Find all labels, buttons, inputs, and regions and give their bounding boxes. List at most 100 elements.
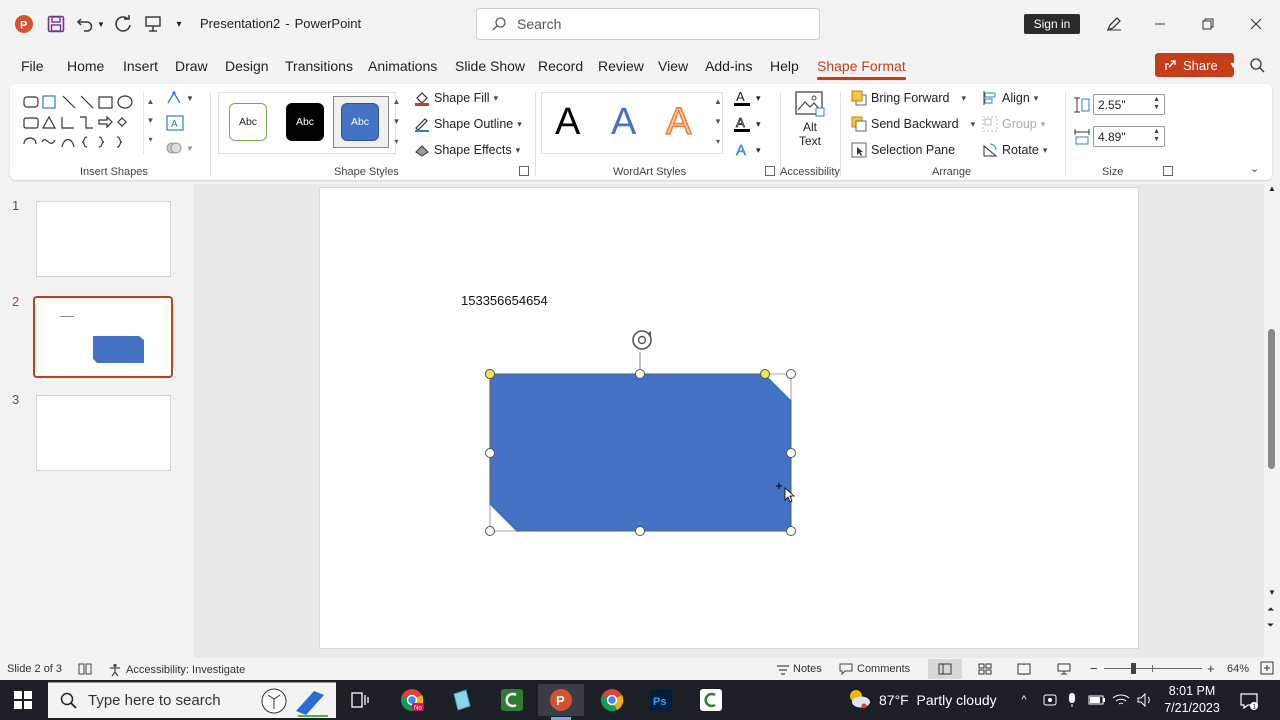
- style-thumb-black[interactable]: Abc: [286, 103, 324, 141]
- height-spinner-icon[interactable]: ▲ ▼: [1153, 96, 1160, 112]
- camtasia-icon[interactable]: [489, 684, 535, 716]
- vertical-scrollbar[interactable]: ▲ ▼ ⏶ ⏷: [1264, 184, 1280, 658]
- notepad-icon[interactable]: [439, 684, 485, 716]
- clock[interactable]: 8:01 PM 7/21/2023: [1160, 683, 1224, 717]
- weather-text[interactable]: 87°F Partly cloudy: [879, 692, 997, 708]
- tab-view[interactable]: View: [658, 58, 688, 74]
- collapse-ribbon-icon[interactable]: ⌄: [1250, 162, 1259, 175]
- tab-design[interactable]: Design: [225, 58, 269, 74]
- zoom-out-button[interactable]: −: [1090, 661, 1098, 676]
- share-dropdown-icon[interactable]: ▼: [1229, 60, 1238, 70]
- bring-forward-button[interactable]: Bring Forward ▾: [851, 90, 966, 106]
- comments-button[interactable]: Comments: [839, 663, 910, 675]
- tab-slide-show[interactable]: Slide Show: [455, 58, 525, 74]
- shape-selection[interactable]: [480, 328, 820, 548]
- snip-corner-rectangle-shape[interactable]: [489, 373, 792, 532]
- microphone-icon[interactable]: [1064, 691, 1080, 709]
- shape-fill-button[interactable]: Shape Fill ▾: [414, 90, 498, 106]
- style-thumb-blue[interactable]: Abc: [341, 103, 379, 141]
- group-button[interactable]: Group ▾: [982, 116, 1045, 132]
- dialog-launcher-icon[interactable]: [1163, 166, 1173, 176]
- send-backward-button[interactable]: Send Backward ▾: [851, 116, 975, 132]
- chrome-icon[interactable]: [589, 684, 635, 716]
- text-fill-icon[interactable]: A ▾: [732, 88, 768, 108]
- align-button[interactable]: Align ▾: [982, 90, 1038, 106]
- resize-handle-right[interactable]: [786, 448, 796, 458]
- redo-icon[interactable]: [112, 13, 134, 35]
- shape-width-input[interactable]: 4.89" ▲ ▼: [1093, 126, 1165, 147]
- weather-icon[interactable]: [846, 686, 872, 712]
- slide-thumbnail-2[interactable]: [33, 296, 173, 378]
- fit-slide-icon[interactable]: [1260, 661, 1274, 675]
- slide-sorter-icon[interactable]: [978, 663, 992, 675]
- meet-now-icon[interactable]: [1041, 691, 1059, 709]
- tab-insert[interactable]: Insert: [123, 58, 158, 74]
- wordart-orange-outline[interactable]: A: [665, 101, 692, 143]
- restore-icon[interactable]: [1198, 14, 1218, 34]
- wifi-icon[interactable]: [1112, 691, 1130, 709]
- tab-add-ins[interactable]: Add-ins: [705, 58, 752, 74]
- notes-button[interactable]: Notes: [776, 663, 822, 675]
- wordart-black[interactable]: A: [555, 102, 580, 142]
- slide-thumbnail-3[interactable]: [36, 395, 171, 471]
- tab-record[interactable]: Record: [538, 58, 583, 74]
- text-effects-icon[interactable]: A ▾: [732, 140, 768, 160]
- zoom-in-button[interactable]: +: [1207, 661, 1215, 676]
- tab-shape-format[interactable]: Shape Format: [817, 58, 906, 80]
- shape-effects-button[interactable]: Shape Effects ▾: [414, 142, 520, 158]
- powerpoint-taskbar-icon[interactable]: P: [538, 684, 584, 716]
- search-box[interactable]: Search: [476, 8, 820, 40]
- dialog-launcher-icon[interactable]: [519, 166, 529, 176]
- resize-handle-bottom-right[interactable]: [786, 526, 796, 536]
- undo-icon[interactable]: [74, 13, 96, 35]
- edit-shape-icon[interactable]: ▼: [166, 90, 196, 106]
- adjustment-handle-right[interactable]: [760, 369, 770, 379]
- tab-home[interactable]: Home: [67, 58, 104, 74]
- present-from-start-icon[interactable]: [142, 13, 164, 35]
- tab-transitions[interactable]: Transitions: [285, 58, 353, 74]
- scroll-up-icon[interactable]: ▲: [1268, 184, 1276, 193]
- shapes-gallery-scroll[interactable]: ▲ ▼ ▾: [143, 92, 157, 154]
- rotate-handle-icon[interactable]: [632, 330, 652, 350]
- previous-slide-icon[interactable]: ⏶: [1267, 604, 1274, 615]
- resize-handle-top-right[interactable]: [786, 369, 796, 379]
- slide-text-box[interactable]: 153356654654: [461, 293, 548, 308]
- rotate-button[interactable]: Rotate ▾: [982, 142, 1047, 158]
- spelling-icon[interactable]: [78, 663, 92, 675]
- undo-dropdown-icon[interactable]: ▼: [96, 17, 106, 31]
- slide-thumbnail-1[interactable]: [36, 201, 171, 277]
- selection-pane-button[interactable]: Selection Pane: [851, 142, 955, 158]
- wordart-gallery-scroll[interactable]: ▲ ▼ ▾: [712, 92, 724, 154]
- battery-icon[interactable]: [1088, 691, 1106, 709]
- width-spinner-icon[interactable]: ▲ ▼: [1153, 128, 1160, 144]
- text-outline-icon[interactable]: A ▾: [732, 114, 768, 134]
- reading-view-icon[interactable]: [1017, 663, 1031, 675]
- close-icon[interactable]: [1246, 14, 1266, 34]
- shapes-gallery[interactable]: [22, 92, 157, 154]
- resize-handle-top[interactable]: [635, 369, 645, 379]
- tab-draw[interactable]: Draw: [175, 58, 208, 74]
- volume-icon[interactable]: [1136, 691, 1154, 709]
- windows-start-icon[interactable]: [12, 690, 34, 710]
- customize-qat-icon[interactable]: ▾: [172, 15, 186, 33]
- pen-icon[interactable]: [1104, 14, 1124, 34]
- adjustment-handle-left[interactable]: [485, 369, 495, 379]
- merge-shapes-icon[interactable]: ▼: [166, 140, 196, 156]
- accessibility-status[interactable]: Accessibility: Investigate: [108, 663, 245, 677]
- resize-handle-bottom[interactable]: [635, 526, 645, 536]
- resize-handle-bottom-left[interactable]: [485, 526, 495, 536]
- zoom-level[interactable]: 64%: [1227, 663, 1249, 675]
- next-slide-icon[interactable]: ⏷: [1267, 620, 1274, 631]
- share-button[interactable]: Share ▼: [1155, 53, 1238, 77]
- zoom-slider[interactable]: [1104, 668, 1202, 669]
- sign-in-button[interactable]: Sign in: [1024, 14, 1080, 34]
- slide-canvas[interactable]: 153356654654: [320, 188, 1138, 648]
- tab-file[interactable]: File: [21, 58, 44, 74]
- dialog-launcher-icon[interactable]: [765, 166, 775, 176]
- minimize-icon[interactable]: [1150, 14, 1170, 34]
- zoom-slider-thumb[interactable]: [1131, 663, 1136, 674]
- notifications-icon[interactable]: 1: [1238, 690, 1260, 712]
- tab-animations[interactable]: Animations: [368, 58, 437, 74]
- slide-show-icon[interactable]: [1057, 663, 1071, 675]
- chrome-profile-icon[interactable]: No: [389, 684, 435, 716]
